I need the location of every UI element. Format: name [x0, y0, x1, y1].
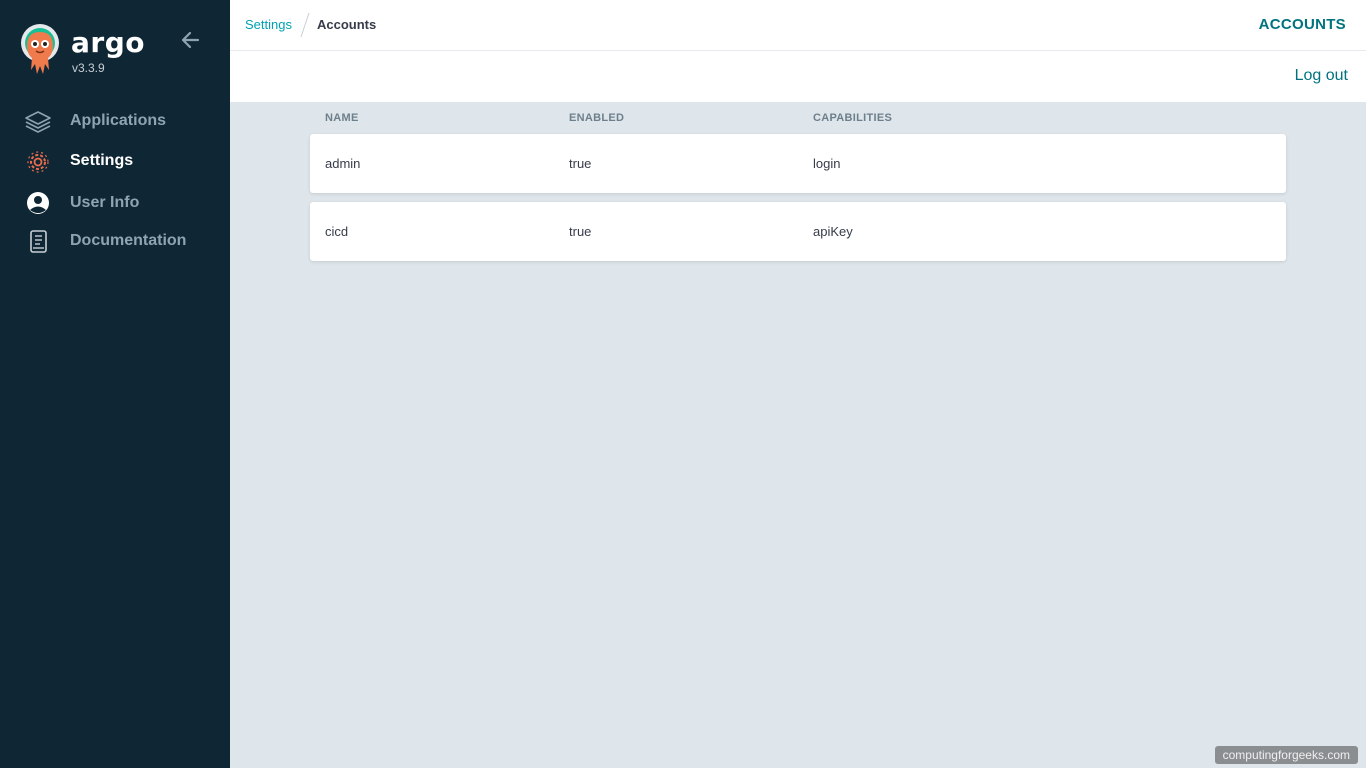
page-title: ACCOUNTS [1258, 16, 1346, 33]
accounts-table: NAME ENABLED CAPABILITIES admin true log… [310, 102, 1286, 261]
arrow-left-icon[interactable] [178, 28, 204, 52]
column-header-enabled: ENABLED [569, 112, 625, 124]
sidebar: argo v3.3.9 Applications Settings User I… [0, 0, 230, 768]
sidebar-item-label: User Info [70, 194, 140, 211]
account-name: admin [325, 156, 361, 171]
sidebar-item-applications[interactable]: Applications [0, 104, 230, 140]
breadcrumb-settings-link[interactable]: Settings [245, 17, 292, 32]
watermark: computingforgeeks.com [1214, 746, 1358, 764]
account-capabilities: apiKey [813, 224, 853, 239]
toolbar: Log out [230, 51, 1366, 102]
sidebar-item-label: Documentation [70, 232, 187, 249]
gear-icon [27, 151, 49, 173]
sidebar-item-user-info[interactable]: User Info [0, 186, 230, 222]
top-bar: Settings Accounts ACCOUNTS [230, 0, 1366, 51]
table-header: NAME ENABLED CAPABILITIES [310, 102, 1286, 134]
argo-logo-icon[interactable] [18, 24, 62, 78]
column-header-capabilities: CAPABILITIES [813, 112, 893, 124]
sidebar-item-label: Applications [70, 112, 167, 129]
logout-button[interactable]: Log out [1295, 67, 1348, 85]
column-header-name: NAME [325, 112, 359, 124]
sidebar-item-label: Settings [70, 152, 134, 169]
sidebar-item-settings[interactable]: Settings [0, 144, 230, 180]
sidebar-item-documentation[interactable]: Documentation [0, 224, 230, 260]
account-enabled: true [569, 156, 592, 171]
version-label: v3.3.9 [72, 61, 105, 75]
table-row[interactable]: cicd true apiKey [310, 202, 1286, 261]
account-name: cicd [325, 224, 349, 239]
user-circle-icon [27, 192, 49, 214]
layers-icon [25, 111, 51, 133]
breadcrumb-separator-icon [300, 12, 310, 38]
brand-name: argo [71, 26, 145, 59]
document-icon [30, 230, 47, 253]
account-enabled: true [569, 224, 592, 239]
account-capabilities: login [813, 156, 841, 171]
table-row[interactable]: admin true login [310, 134, 1286, 193]
breadcrumb-current: Accounts [317, 17, 377, 32]
